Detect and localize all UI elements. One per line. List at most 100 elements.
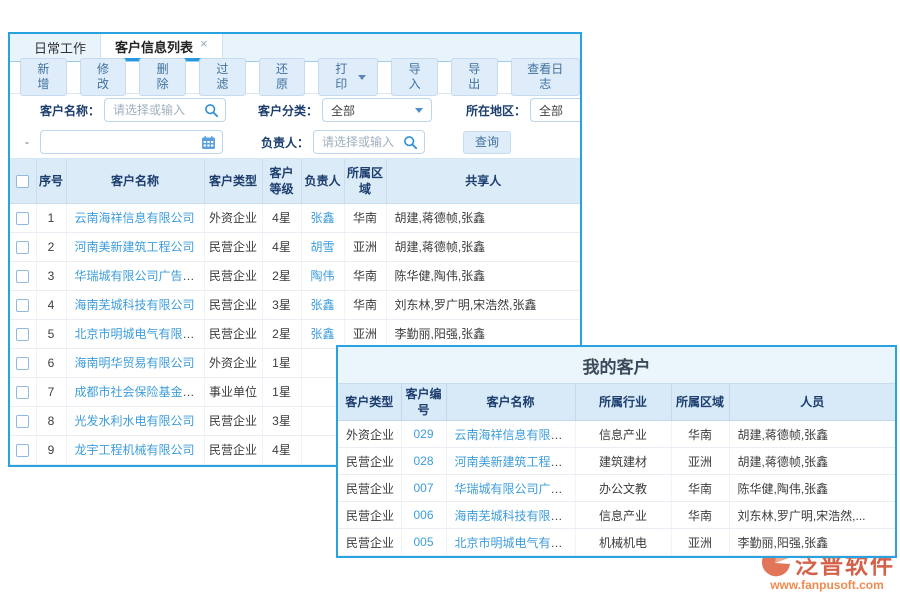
- customer-name-link[interactable]: 北京市明城电气有限公司: [455, 536, 576, 550]
- customer-level-cell: 4星: [262, 232, 301, 261]
- owner-link[interactable]: 张鑫: [310, 211, 334, 225]
- search-icon[interactable]: [204, 103, 219, 118]
- new-button[interactable]: 新增: [20, 58, 67, 96]
- customer-name-field[interactable]: [104, 98, 226, 122]
- row-checkbox[interactable]: [16, 386, 29, 399]
- region-cell: 华南: [344, 261, 386, 290]
- customer-name-link[interactable]: 龙宇工程机械有限公司: [75, 443, 195, 457]
- tab-customer-list[interactable]: 客户信息列表 ×: [100, 34, 223, 61]
- print-button[interactable]: 打印: [318, 58, 378, 96]
- row-checkbox[interactable]: [16, 444, 29, 457]
- ocol-industry: 所属行业: [575, 384, 671, 421]
- row-serial: 1: [36, 203, 66, 232]
- col-customer-level: 客户等级: [262, 159, 301, 203]
- owner-link[interactable]: 张鑫: [310, 327, 334, 341]
- customer-name-link[interactable]: 海南芜城科技有限公司: [455, 509, 575, 523]
- customer-name-link[interactable]: 华瑞城有限公司广告设计部: [75, 269, 205, 283]
- restore-button[interactable]: 还原: [259, 58, 306, 96]
- customer-name-link[interactable]: 北京市明城电气有限公司: [75, 327, 205, 341]
- row-serial: 9: [36, 435, 66, 464]
- shared-people-cell: 陈华健,陶伟,张鑫: [386, 261, 580, 290]
- tab-daily-work-label: 日常工作: [34, 38, 86, 57]
- customer-name-link[interactable]: 海南芜城科技有限公司: [75, 298, 195, 312]
- overlay-table-row[interactable]: 民营企业 006 海南芜城科技有限公司 信息产业 华南 刘东林,罗广明,宋浩然,…: [338, 502, 895, 529]
- region-cell: 亚洲: [671, 529, 729, 556]
- customer-level-cell: 3星: [262, 406, 301, 435]
- owner-link[interactable]: 陶伟: [310, 269, 334, 283]
- select-all-checkbox[interactable]: [16, 175, 29, 188]
- row-checkbox[interactable]: [16, 357, 29, 370]
- industry-cell: 办公文教: [575, 475, 671, 502]
- customer-name-link[interactable]: 云南海祥信息有限公司: [455, 428, 575, 442]
- query-button[interactable]: 查询: [463, 131, 511, 154]
- customer-category-select[interactable]: 全部: [322, 98, 432, 122]
- edit-button[interactable]: 修改: [80, 58, 127, 96]
- row-checkbox[interactable]: [16, 299, 29, 312]
- delete-button[interactable]: 删除: [139, 58, 186, 96]
- filter-button[interactable]: 过滤: [199, 58, 246, 96]
- region-cell: 华南: [671, 421, 729, 448]
- row-checkbox[interactable]: [16, 212, 29, 225]
- overlay-table-row[interactable]: 外资企业 029 云南海祥信息有限公司 信息产业 华南 胡建,蒋德帧,张鑫: [338, 421, 895, 448]
- customer-level-cell: 2星: [262, 319, 301, 348]
- filter-area: 客户名称： 客户分类： 全部 所在地区： 全部 -: [10, 94, 580, 159]
- owner-field[interactable]: [313, 130, 425, 154]
- customer-name-link[interactable]: 云南海祥信息有限公司: [75, 211, 195, 225]
- owner-input[interactable]: [322, 135, 400, 149]
- customer-code-link[interactable]: 028: [413, 454, 433, 468]
- customer-code-link[interactable]: 029: [413, 427, 433, 441]
- table-row[interactable]: 3 华瑞城有限公司广告设计部 民营企业 2星 陶伟 华南 陈华健,陶伟,张鑫: [10, 261, 580, 290]
- row-checkbox[interactable]: [16, 241, 29, 254]
- customer-name-link[interactable]: 河南美新建筑工程公司: [75, 240, 195, 254]
- row-checkbox[interactable]: [16, 270, 29, 283]
- customer-code-link[interactable]: 007: [413, 481, 433, 495]
- customer-name-link[interactable]: 光发水利水电有限公司: [75, 414, 195, 428]
- customer-name-link[interactable]: 成都市社会保险基金管理...: [75, 385, 205, 399]
- customer-name-label: 客户名称：: [22, 102, 100, 119]
- customer-code-link[interactable]: 006: [413, 508, 433, 522]
- customer-name-link[interactable]: 河南美新建筑工程公司: [455, 455, 575, 469]
- row-serial: 5: [36, 319, 66, 348]
- owner-link[interactable]: 张鑫: [310, 298, 334, 312]
- search-icon[interactable]: [403, 135, 418, 150]
- region-cell: 华南: [344, 203, 386, 232]
- customer-name-link[interactable]: 海南明华贸易有限公司: [75, 356, 195, 370]
- row-checkbox[interactable]: [16, 415, 29, 428]
- import-button[interactable]: 导入: [391, 58, 438, 96]
- region-filter-select[interactable]: 全部: [530, 98, 580, 122]
- row-serial: 8: [36, 406, 66, 435]
- customer-name-input[interactable]: [113, 103, 201, 117]
- customer-level-cell: 1星: [262, 348, 301, 377]
- table-row[interactable]: 4 海南芜城科技有限公司 民营企业 3星 张鑫 华南 刘东林,罗广明,宋浩然,张…: [10, 290, 580, 319]
- overlay-table-row[interactable]: 民营企业 005 北京市明城电气有限公司 机械机电 亚洲 李勤丽,阳强,张鑫: [338, 529, 895, 556]
- customer-code-link[interactable]: 005: [413, 535, 433, 549]
- region-filter-label: 所在地区：: [448, 102, 526, 119]
- region-cell: 亚洲: [671, 448, 729, 475]
- overlay-table-row[interactable]: 民营企业 028 河南美新建筑工程公司 建筑建材 亚洲 胡建,蒋德帧,张鑫: [338, 448, 895, 475]
- export-button[interactable]: 导出: [451, 58, 498, 96]
- row-serial: 7: [36, 377, 66, 406]
- owner-link[interactable]: 胡雪: [310, 240, 334, 254]
- my-customers-panel: 我的客户 客户类型 客户编号 客户名称 所属行业 所属区域 人员 外资企业 02…: [336, 345, 897, 558]
- calendar-icon[interactable]: [201, 135, 216, 150]
- overlay-table-row[interactable]: 民营企业 007 华瑞城有限公司广告设计部 办公文教 华南 陈华健,陶伟,张鑫: [338, 475, 895, 502]
- industry-cell: 建筑建材: [575, 448, 671, 475]
- customer-type-cell: 事业单位: [204, 377, 262, 406]
- table-row[interactable]: 5 北京市明城电气有限公司 民营企业 2星 张鑫 亚洲 李勤丽,阳强,张鑫: [10, 319, 580, 348]
- view-log-button[interactable]: 查看日志: [511, 58, 580, 96]
- customer-type-cell: 民营企业: [204, 319, 262, 348]
- chevron-down-icon: [415, 108, 423, 113]
- table-row[interactable]: 2 河南美新建筑工程公司 民营企业 4星 胡雪 亚洲 胡建,蒋德帧,张鑫: [10, 232, 580, 261]
- date-field[interactable]: [40, 130, 223, 154]
- table-row[interactable]: 1 云南海祥信息有限公司 外资企业 4星 张鑫 华南 胡建,蒋德帧,张鑫: [10, 203, 580, 232]
- col-owner: 负责人: [301, 159, 344, 203]
- date-input[interactable]: [49, 135, 198, 149]
- customer-name-link[interactable]: 华瑞城有限公司广告设计部: [455, 482, 576, 496]
- region-cell: 亚洲: [344, 319, 386, 348]
- tab-close-icon[interactable]: ×: [200, 37, 208, 50]
- table-header-row: 序号 客户名称 客户类型 客户等级 负责人 所属区域 共享人: [10, 159, 580, 203]
- row-checkbox[interactable]: [16, 328, 29, 341]
- customer-type-cell: 外资企业: [338, 421, 401, 448]
- tab-daily-work[interactable]: 日常工作: [20, 34, 100, 61]
- row-serial: 3: [36, 261, 66, 290]
